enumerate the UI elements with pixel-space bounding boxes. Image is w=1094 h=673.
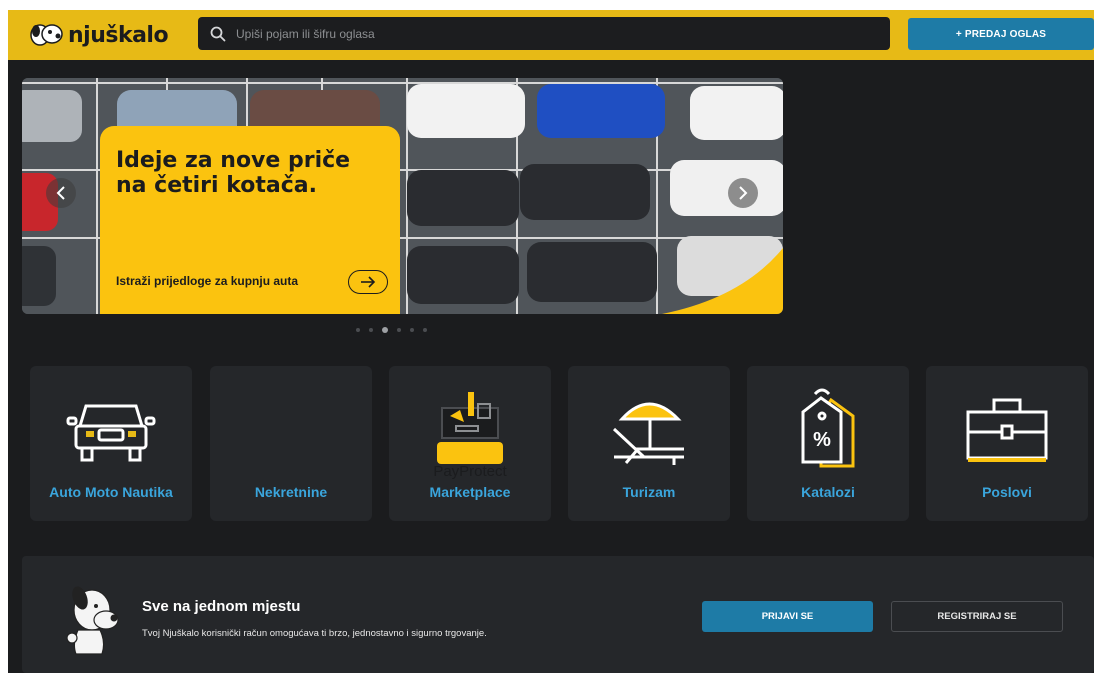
logo[interactable]: njuškalo (30, 21, 169, 49)
carousel-dot-6[interactable] (423, 328, 427, 332)
category-marketplace[interactable]: PayProtect Marketplace (389, 366, 551, 521)
carousel-prev-button[interactable] (46, 178, 76, 208)
category-label: Turizam (622, 484, 676, 500)
category-label: Marketplace (429, 484, 511, 500)
account-title: Sve na jednom mjestu (142, 598, 301, 615)
carousel-dot-4[interactable] (397, 328, 401, 332)
submit-ad-button[interactable]: + PREDAJ OGLAS (908, 18, 1094, 50)
category-poslovi[interactable]: Poslovi (926, 366, 1088, 521)
search-bar (198, 17, 890, 50)
category-label: Katalozi (801, 484, 855, 500)
carousel-dot-3[interactable] (382, 327, 388, 333)
promo-banner[interactable]: Ideje za nove priče na četiri kotača. Is… (22, 78, 783, 314)
category-nekretnine[interactable]: Nekretnine (210, 366, 372, 521)
page: njuškalo + PREDAJ OGLAS (8, 10, 1094, 673)
category-turizam[interactable]: Turizam (568, 366, 730, 521)
svg-text:%: % (813, 429, 831, 451)
search-input[interactable] (234, 17, 890, 50)
category-label: Auto Moto Nautika (49, 484, 173, 500)
carousel-dots (356, 327, 427, 333)
category-label: Poslovi (982, 484, 1032, 500)
chevron-left-icon (56, 186, 65, 200)
beach-umbrella-icon (612, 402, 684, 465)
banner-arrow-button[interactable] (348, 270, 388, 294)
banner-title: Ideje za nove priče na četiri kotača. (116, 148, 351, 198)
banner-cta-text[interactable]: Istraži prijedloge za kupnju auta (116, 274, 298, 288)
logo-text: njuškalo (68, 22, 169, 48)
chevron-right-icon (739, 186, 748, 200)
account-description: Tvoj Njuškalo korisnički račun omogućava… (142, 628, 487, 639)
carousel-next-button[interactable] (728, 178, 758, 208)
payprotect-badge: PayProtect (433, 463, 507, 480)
mascot-dog-icon (66, 586, 119, 655)
register-button[interactable]: REGISTRIRAJ SE (891, 601, 1063, 632)
category-katalozi[interactable]: % Katalozi (747, 366, 909, 521)
account-promo: Sve na jednom mjestu Tvoj Njuškalo koris… (22, 556, 1094, 673)
search-icon (210, 26, 226, 41)
category-label: Nekretnine (254, 484, 328, 500)
category-auto-moto-nautika[interactable]: Auto Moto Nautika (30, 366, 192, 521)
header: njuškalo + PREDAJ OGLAS (8, 10, 1094, 60)
carousel-dot-2[interactable] (369, 328, 373, 332)
dog-logo-icon (30, 24, 63, 46)
carousel-dot-1[interactable] (356, 328, 360, 332)
login-button[interactable]: PRIJAVI SE (702, 601, 873, 632)
car-icon (66, 404, 156, 462)
discount-tag-icon: % (801, 388, 855, 468)
arrow-right-icon (361, 276, 376, 288)
banner-card: Ideje za nove priče na četiri kotača. Is… (100, 126, 400, 314)
carousel-dot-5[interactable] (410, 328, 414, 332)
briefcase-icon (966, 398, 1048, 462)
